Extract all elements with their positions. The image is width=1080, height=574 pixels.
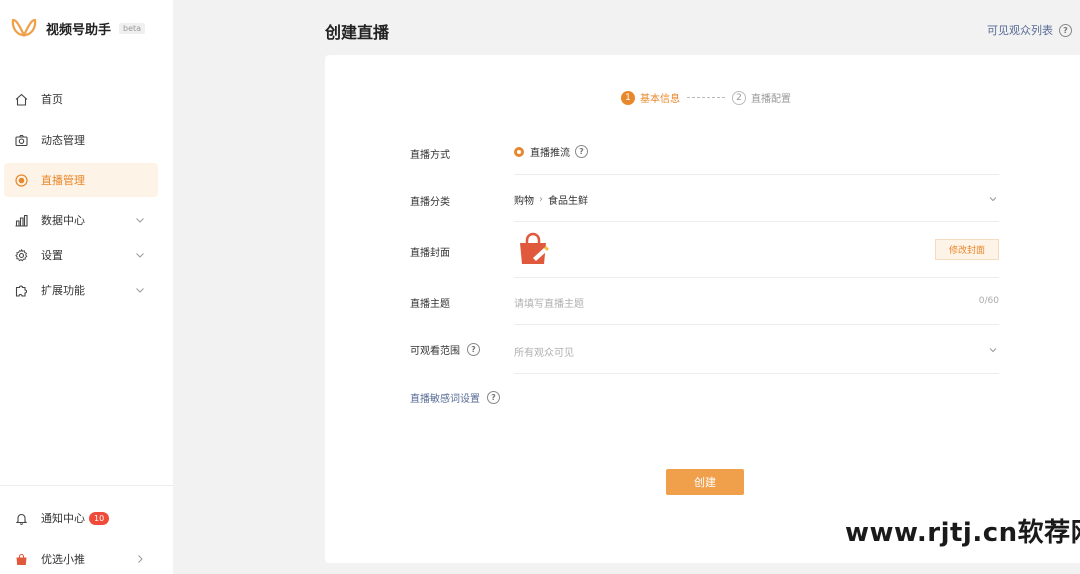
sidebar-item-label: 数据中心: [41, 214, 85, 227]
change-cover-button[interactable]: 修改封面: [935, 239, 999, 260]
app-logo: 视频号助手 beta: [11, 17, 146, 39]
sidebar-item-label: 优选小推: [41, 553, 85, 566]
sidebar-item-home[interactable]: 首页: [4, 82, 158, 116]
step-number: 2: [732, 90, 746, 105]
help-icon[interactable]: ?: [487, 391, 500, 404]
app-name: 视频号助手: [46, 22, 112, 38]
sidebar-item-extensions[interactable]: 扩展功能: [4, 273, 158, 307]
chevron-right-icon: [138, 555, 143, 563]
row-divider: [514, 373, 999, 374]
sidebar-item-label: 设置: [41, 249, 63, 262]
row-divider: [514, 221, 999, 222]
page-title: 创建直播: [325, 23, 390, 42]
sensitive-words-link[interactable]: 直播敏感词设置 ?: [410, 390, 500, 405]
notification-count-badge: 10: [89, 511, 110, 525]
row-divider: [514, 277, 999, 278]
sidebar-item-posts[interactable]: 动态管理: [4, 123, 158, 157]
category-label: 直播分类: [410, 197, 450, 208]
topic-char-counter: 0/60: [978, 296, 999, 306]
sidebar-item-data-center[interactable]: 数据中心: [4, 203, 158, 237]
create-button[interactable]: 创建: [666, 469, 744, 495]
sidebar-item-youxuan[interactable]: 优选小推: [4, 542, 158, 574]
row-divider: [514, 174, 999, 175]
help-icon[interactable]: ?: [467, 343, 480, 356]
chevron-down-icon: [136, 288, 144, 293]
sidebar-item-label: 扩展功能: [41, 284, 85, 297]
scope-select[interactable]: 所有观众可见: [514, 344, 574, 359]
step-label: 基本信息: [640, 94, 680, 105]
beta-badge: beta: [119, 22, 146, 34]
category-select[interactable]: 购物 › 食品生鲜: [514, 192, 588, 207]
live-icon: [14, 173, 28, 187]
step-indicator: 1 基本信息 2 直播配置: [621, 90, 791, 105]
topic-input[interactable]: 请填写直播主题: [514, 295, 584, 310]
sidebar-item-label: 通知中心: [41, 512, 85, 525]
row-divider: [514, 324, 999, 325]
step-live-config: 2 直播配置: [732, 90, 791, 105]
sidebar-item-label: 首页: [41, 93, 63, 106]
home-icon: [14, 92, 28, 106]
watermark-text: www.rjtj.cn软荐网: [845, 518, 1080, 548]
chart-icon: [14, 213, 28, 227]
chevron-down-icon: [136, 218, 144, 223]
chevron-down-icon: [136, 253, 144, 258]
sidebar-item-label: 直播管理: [41, 174, 85, 187]
scope-label: 可观看范围: [410, 346, 460, 357]
chevron-down-icon[interactable]: [988, 345, 998, 355]
scope-label-wrap: 可观看范围 ?: [410, 342, 480, 357]
topic-label: 直播主题: [410, 299, 450, 310]
step-basic-info: 1 基本信息: [621, 90, 680, 105]
help-icon[interactable]: ?: [575, 145, 588, 158]
puzzle-icon: [14, 283, 28, 297]
audience-link-label: 可见观众列表: [987, 24, 1053, 37]
create-live-form-card: 1 基本信息 2 直播配置 直播方式 直播推流 ? 直播分类 购物 › 食品生鲜…: [325, 55, 1080, 563]
gear-icon: [14, 248, 28, 262]
step-connector: [687, 97, 725, 98]
cover-label: 直播封面: [410, 248, 450, 259]
camera-icon: [14, 133, 28, 147]
mode-value: 直播推流: [530, 148, 570, 159]
logo-icon: [11, 18, 37, 38]
mode-label: 直播方式: [410, 150, 450, 161]
step-number: 1: [621, 90, 635, 105]
category-level1: 购物: [514, 196, 534, 207]
category-level2: 食品生鲜: [548, 196, 588, 207]
sensitive-words-label: 直播敏感词设置: [410, 394, 480, 405]
visible-audience-list-link[interactable]: 可见观众列表 ?: [987, 22, 1072, 38]
sidebar-item-live[interactable]: 直播管理: [4, 163, 158, 197]
sidebar-item-settings[interactable]: 设置: [4, 238, 158, 272]
sidebar: 视频号助手 beta 首页 动态管理 直播管理 数据中心 设置 扩展功能 通知中…: [0, 0, 173, 574]
help-icon[interactable]: ?: [1059, 23, 1072, 37]
chevron-down-icon[interactable]: [988, 194, 998, 204]
mode-option[interactable]: 直播推流 ?: [514, 144, 588, 159]
sidebar-divider: [0, 485, 173, 486]
sidebar-item-notifications[interactable]: 通知中心 10: [4, 501, 158, 535]
chevron-right-icon: ›: [539, 194, 543, 205]
bell-icon: [14, 511, 28, 525]
step-label: 直播配置: [751, 94, 791, 105]
sidebar-item-label: 动态管理: [41, 134, 85, 147]
shopping-bag-icon: [14, 552, 28, 566]
cover-image: [520, 232, 549, 264]
radio-selected[interactable]: [514, 146, 524, 157]
